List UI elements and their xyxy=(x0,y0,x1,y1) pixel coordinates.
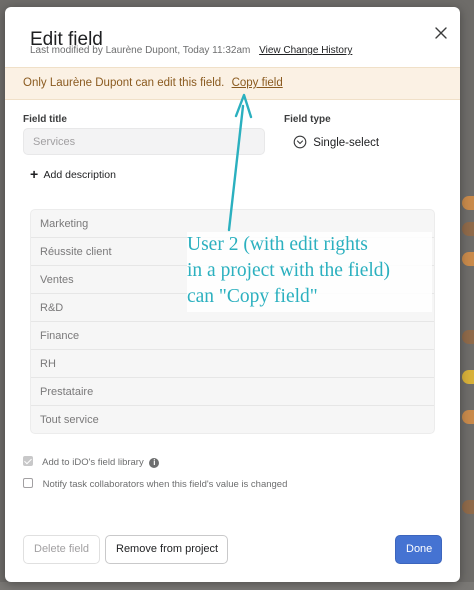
close-icon xyxy=(435,27,447,39)
background-avatar xyxy=(462,500,474,514)
option-item[interactable]: Finance xyxy=(31,322,434,350)
last-modified-info: Last modified by Laurène Dupont, Today 1… xyxy=(30,45,352,56)
single-select-icon xyxy=(293,135,307,152)
annotation-line: can "Copy field" xyxy=(187,286,318,307)
background-avatar xyxy=(462,196,474,210)
delete-field-button[interactable]: Delete field xyxy=(23,535,100,564)
add-description-label: Add description xyxy=(43,169,116,181)
field-title-input[interactable]: Services xyxy=(23,128,265,155)
library-checkbox[interactable] xyxy=(23,456,33,466)
notify-checkbox-label: Notify task collaborators when this fiel… xyxy=(42,479,288,490)
permission-banner: Only Laurène Dupont can edit this field.… xyxy=(5,67,460,100)
copy-field-link[interactable]: Copy field xyxy=(232,77,283,89)
background-avatar xyxy=(462,330,474,344)
field-type-select[interactable]: Single-select xyxy=(293,135,379,152)
background-app-strip xyxy=(0,582,474,590)
notify-checkbox[interactable] xyxy=(23,478,33,488)
view-change-history-link[interactable]: View Change History xyxy=(259,45,352,56)
notify-checkbox-row[interactable]: Notify task collaborators when this fiel… xyxy=(23,478,287,490)
field-title-label: Field title xyxy=(23,114,67,125)
library-checkbox-row[interactable]: Add to iDO's field library i xyxy=(23,456,160,468)
background-avatar xyxy=(462,252,474,266)
permission-banner-text: Only Laurène Dupont can edit this field. xyxy=(23,77,225,89)
background-avatar xyxy=(462,222,474,236)
remove-from-project-button[interactable]: Remove from project xyxy=(105,535,228,564)
field-type-value: Single-select xyxy=(313,137,380,149)
annotation-line: User 2 (with edit rights xyxy=(187,234,368,255)
annotation-callout: User 2 (with edit rights in a project wi… xyxy=(187,232,432,312)
annotation-line: in a project with the field) xyxy=(187,260,391,281)
last-modified-text: Last modified by Laurène Dupont, Today 1… xyxy=(30,45,251,56)
background-avatar xyxy=(462,370,474,384)
option-item[interactable]: RH xyxy=(31,350,434,378)
add-description-button[interactable]: + Add description xyxy=(30,166,116,182)
library-checkbox-label: Add to iDO's field library xyxy=(42,457,144,468)
background-avatar xyxy=(462,410,474,424)
option-item[interactable]: Prestataire xyxy=(31,378,434,406)
option-item[interactable]: Tout service xyxy=(31,406,434,434)
done-button[interactable]: Done xyxy=(395,535,442,564)
plus-icon: + xyxy=(30,166,39,182)
field-type-label: Field type xyxy=(284,114,331,125)
info-icon[interactable]: i xyxy=(149,458,160,468)
close-button[interactable] xyxy=(432,24,450,42)
